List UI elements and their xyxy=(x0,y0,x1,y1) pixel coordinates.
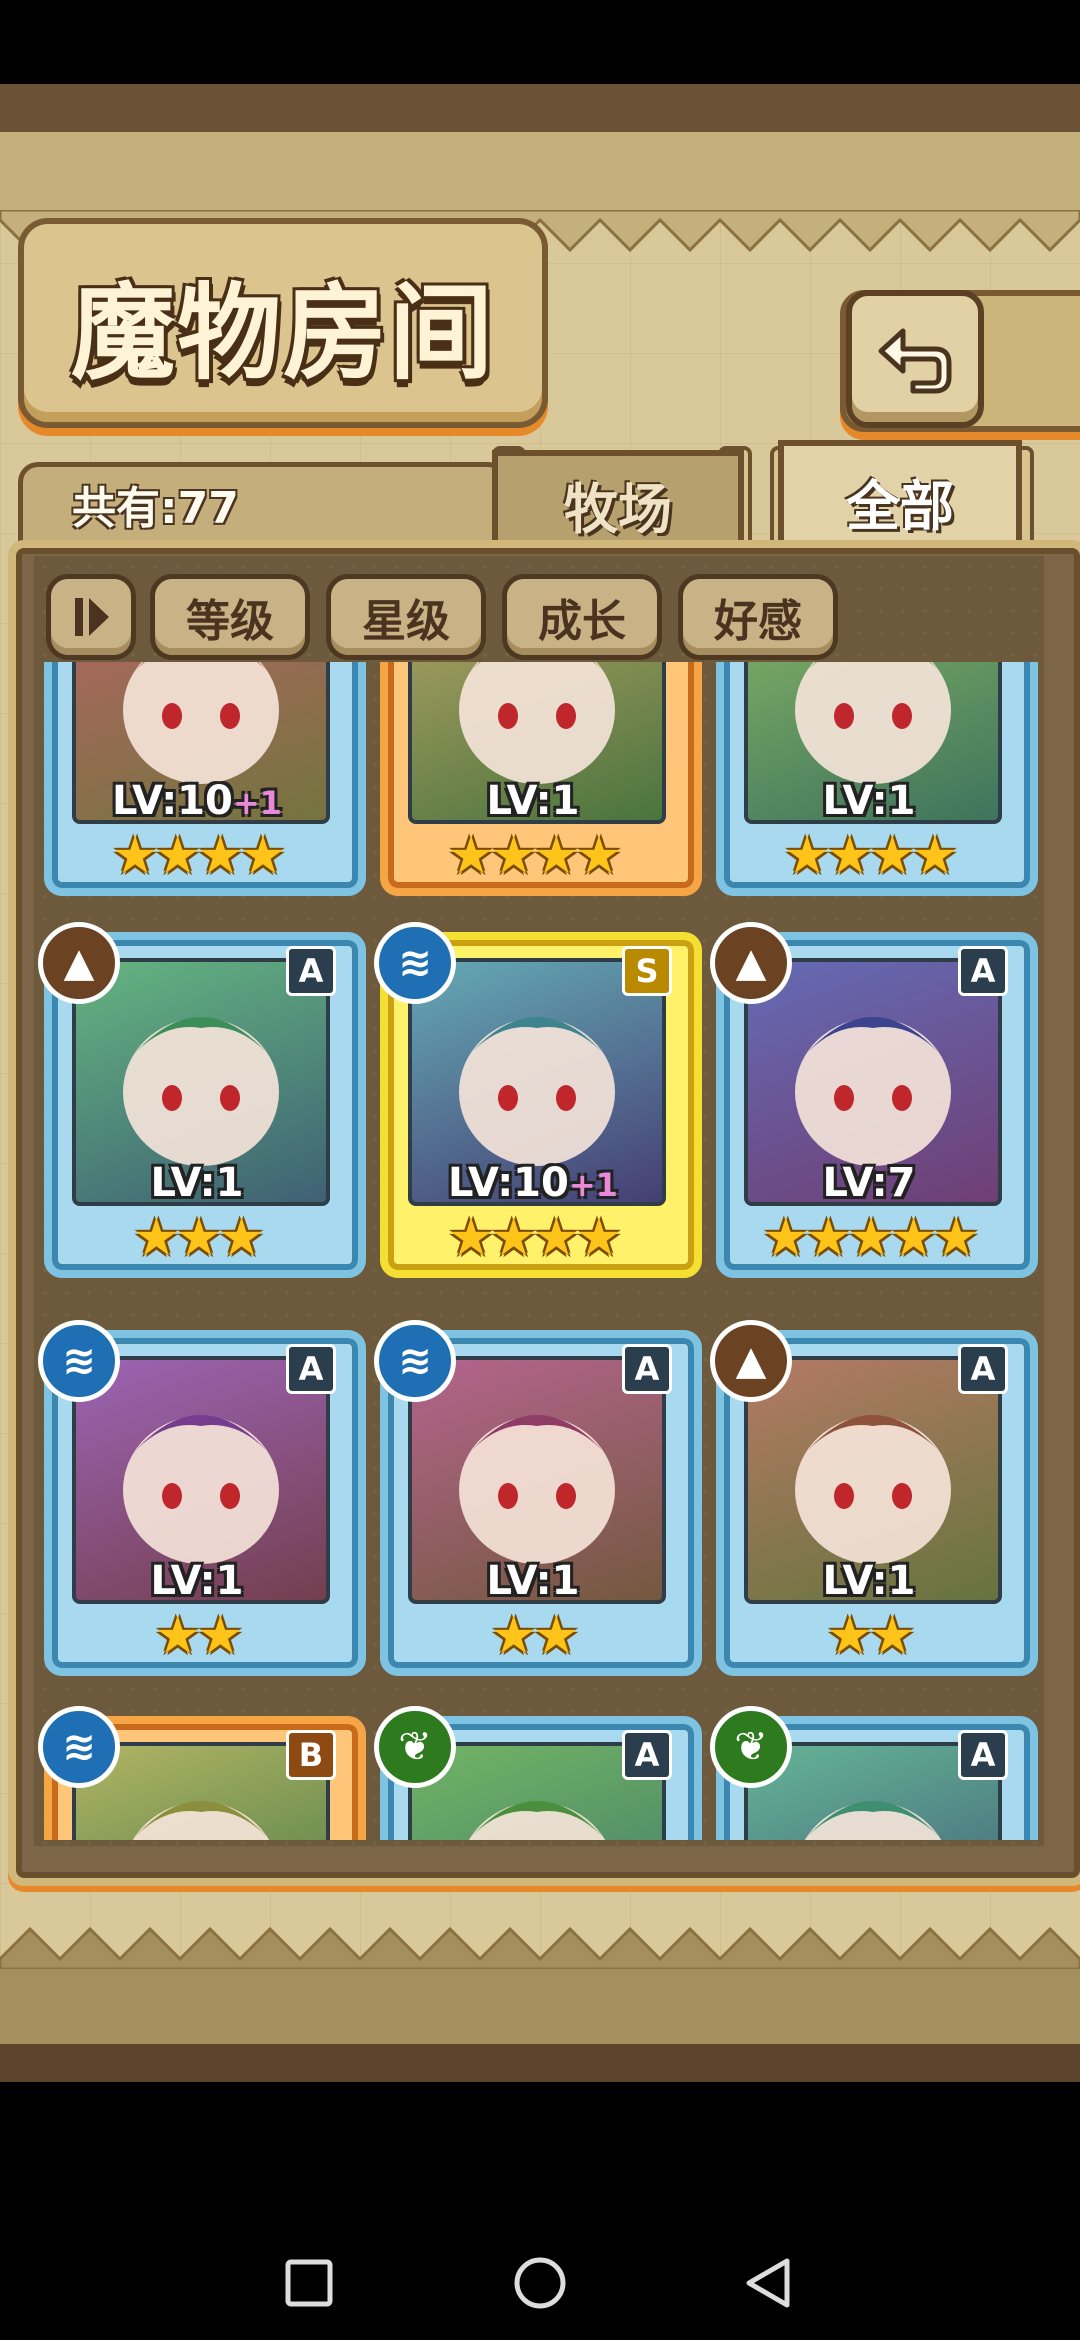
monster-card[interactable]: ≋ B xyxy=(38,1706,366,1840)
star-rating: ★★★ xyxy=(133,1208,265,1268)
star-rating: ★★★★★ xyxy=(762,1208,979,1268)
rank-badge: A xyxy=(622,1344,672,1394)
level-label: LV:10+1 xyxy=(44,778,350,824)
title-plate: 魔物房间 xyxy=(18,218,548,428)
earth-element-icon: ▲ xyxy=(38,922,120,1004)
monster-card[interactable]: LV:1 ★★★★ xyxy=(716,662,1038,940)
rank-badge: S xyxy=(622,946,672,996)
rank-badge: A xyxy=(286,1344,336,1394)
star-rating: ★★ xyxy=(490,1606,579,1666)
monster-count: 共有:77 xyxy=(72,483,239,534)
level-label: LV:1 xyxy=(716,778,1022,824)
level-value: LV:7 xyxy=(822,1160,916,1206)
sort-order-toggle-button[interactable] xyxy=(46,574,136,660)
star-rating: ★★★★ xyxy=(447,1208,622,1268)
monster-card[interactable]: LV:10+1 ★★★★ xyxy=(44,662,366,940)
triangle-back-icon xyxy=(746,2258,790,2308)
monster-card[interactable]: ≋ S LV:10+1 ★★★★ xyxy=(374,922,702,1322)
star-rating: ★★★★ xyxy=(111,826,286,886)
level-value: LV:1 xyxy=(150,1558,244,1604)
monster-card[interactable]: ▲ A LV:1 ★★★ xyxy=(38,922,366,1322)
star-rating: ★★★★ xyxy=(447,826,622,886)
water-element-icon: ≋ xyxy=(374,922,456,1004)
level-value: LV:1 xyxy=(822,1558,916,1604)
rank-badge: A xyxy=(958,1344,1008,1394)
back-nav-button[interactable] xyxy=(734,2248,804,2318)
rank-badge: A xyxy=(958,946,1008,996)
level-value: LV:10 xyxy=(448,1160,569,1206)
top-border-band xyxy=(0,84,1080,132)
monster-grid: LV:10+1 ★★★★ LV:1 ★★★★ LV:1 ★★★★ ▲ A LV:1 ★★★ ≋ S LV… xyxy=(36,662,1046,1840)
sort-affinity-button[interactable]: 好感 xyxy=(678,574,838,660)
monster-card[interactable]: ▲ A LV:7 ★★★★★ xyxy=(710,922,1038,1322)
level-bonus: +1 xyxy=(568,1166,618,1204)
earth-element-icon: ▲ xyxy=(710,922,792,1004)
circle-icon xyxy=(514,2257,566,2309)
sort-level-button[interactable]: 等级 xyxy=(150,574,310,660)
level-label: LV:7 xyxy=(716,1160,1022,1206)
level-label: LV:1 xyxy=(380,1558,686,1604)
monster-card[interactable]: ❦ A xyxy=(710,1706,1038,1840)
monster-card[interactable]: ≋ A LV:1 ★★ xyxy=(38,1320,366,1720)
tab-ranch[interactable]: 牧场 xyxy=(492,450,744,552)
monster-card[interactable]: ❦ A xyxy=(374,1706,702,1840)
page-title: 魔物房间 xyxy=(70,270,495,394)
star-rating: ★★★★ xyxy=(783,826,958,886)
back-button[interactable] xyxy=(846,290,984,428)
level-value: LV:1 xyxy=(150,1160,244,1206)
level-label: LV:1 xyxy=(716,1558,1022,1604)
leaf-element-icon: ❦ xyxy=(710,1706,792,1788)
top-border-map xyxy=(0,132,1080,212)
level-label: LV:1 xyxy=(44,1558,350,1604)
square-icon xyxy=(285,2259,333,2307)
rank-badge: B xyxy=(286,1730,336,1780)
leaf-element-icon: ❦ xyxy=(374,1706,456,1788)
sort-toggle-icon xyxy=(75,598,109,636)
water-element-icon: ≋ xyxy=(374,1320,456,1402)
level-bonus: +1 xyxy=(232,784,282,822)
rank-badge: A xyxy=(286,946,336,996)
rank-badge: A xyxy=(958,1730,1008,1780)
sort-growth-button[interactable]: 成长 xyxy=(502,574,662,660)
level-value: LV:10 xyxy=(112,778,233,824)
level-label: LV:10+1 xyxy=(380,1160,686,1206)
earth-element-icon: ▲ xyxy=(710,1320,792,1402)
level-value: LV:1 xyxy=(486,1558,580,1604)
level-label: LV:1 xyxy=(44,1160,350,1206)
monster-card[interactable]: ▲ A LV:1 ★★ xyxy=(710,1320,1038,1720)
sort-star-button[interactable]: 星级 xyxy=(326,574,486,660)
home-button[interactable] xyxy=(505,2248,575,2318)
level-value: LV:1 xyxy=(486,778,580,824)
monster-card[interactable]: ≋ A LV:1 ★★ xyxy=(374,1320,702,1720)
star-rating: ★★ xyxy=(826,1606,915,1666)
return-arrow-icon xyxy=(878,328,952,394)
star-rating: ★★ xyxy=(154,1606,243,1666)
recent-apps-button[interactable] xyxy=(274,2248,344,2318)
water-element-icon: ≋ xyxy=(38,1320,120,1402)
bottom-border-band xyxy=(0,2044,1080,2082)
bottom-zigzag-edge xyxy=(0,1926,1080,1969)
tab-all[interactable]: 全部 xyxy=(778,440,1022,556)
rank-badge: A xyxy=(622,1730,672,1780)
monster-card[interactable]: LV:1 ★★★★ xyxy=(380,662,702,940)
water-element-icon: ≋ xyxy=(38,1706,120,1788)
level-value: LV:1 xyxy=(822,778,916,824)
level-label: LV:1 xyxy=(380,778,686,824)
